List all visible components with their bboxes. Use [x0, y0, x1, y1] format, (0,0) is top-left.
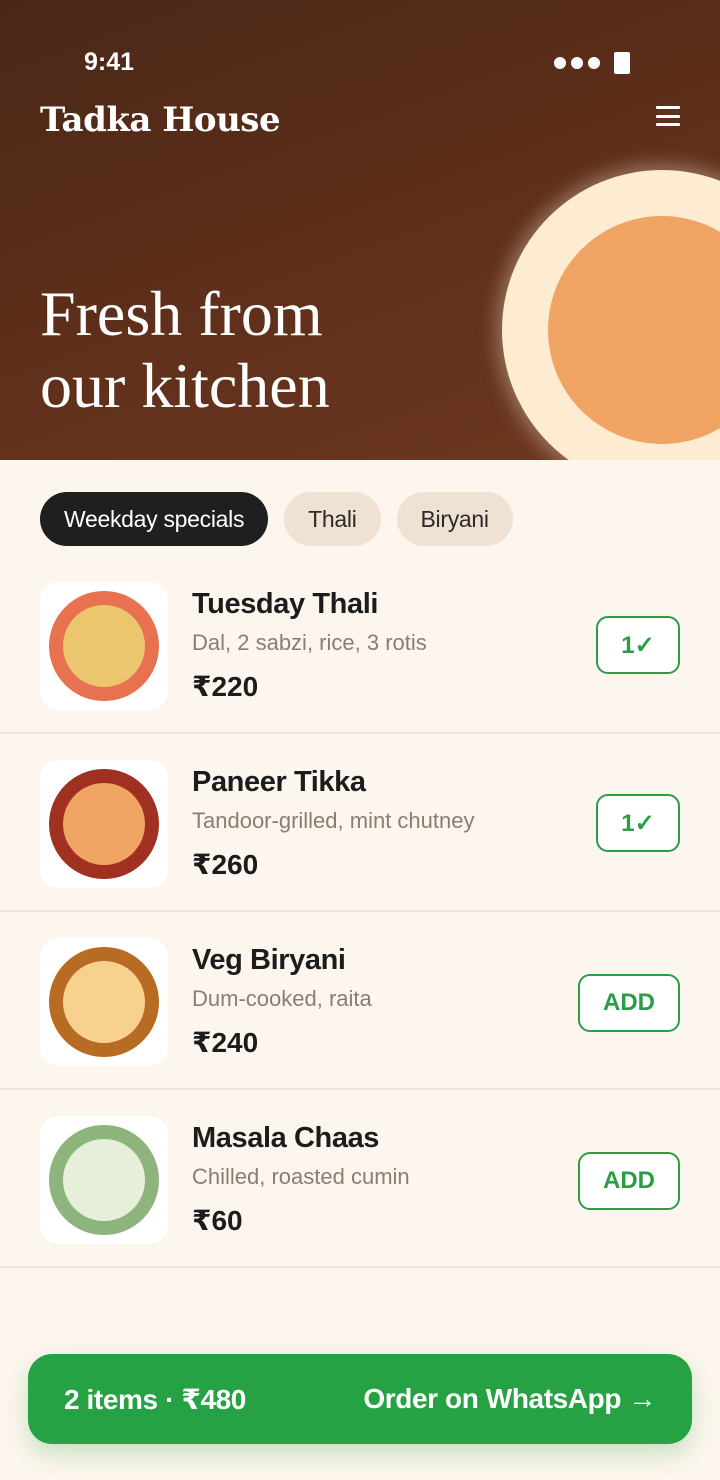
hero-title-line2: our kitchen	[40, 350, 330, 421]
item-name: Masala Chaas	[192, 1122, 380, 1154]
plate-illustration	[502, 170, 720, 460]
item-name: Paneer Tikka	[192, 766, 366, 798]
item-description: Chilled, roasted cumin	[192, 1164, 410, 1189]
item-description: Tandoor-grilled, mint chutney	[192, 808, 475, 833]
item-price: ₹220	[192, 671, 259, 702]
dish-thumbnail	[40, 582, 168, 710]
list-item: Veg Biryani Dum-cooked, raita ₹240 ADD	[0, 912, 720, 1090]
list-item: Paneer Tikka Tandoor-grilled, mint chutn…	[0, 734, 720, 912]
item-name: Veg Biryani	[192, 944, 346, 976]
battery-icon	[614, 52, 630, 74]
hamburger-menu-icon[interactable]	[656, 104, 680, 128]
dish-thumbnail	[40, 938, 168, 1066]
list-item: Masala Chaas Chilled, roasted cumin ₹60 …	[0, 1090, 720, 1268]
chip-biryani[interactable]: Biryani	[396, 492, 513, 546]
category-chips: Weekday specials Thali Biryani	[40, 492, 513, 546]
brand-logo[interactable]: Tadka House	[40, 100, 281, 140]
quantity-button[interactable]: 1✓	[596, 616, 680, 674]
dish-thumbnail	[40, 760, 168, 888]
add-button[interactable]: ADD	[578, 1152, 680, 1210]
signal-icon	[554, 57, 600, 69]
dish-fill	[63, 961, 145, 1043]
item-price: ₹260	[192, 849, 259, 880]
quantity-button[interactable]: 1✓	[596, 794, 680, 852]
order-cta-label: Order on WhatsApp →	[363, 1383, 656, 1414]
add-button[interactable]: ADD	[578, 974, 680, 1032]
dish-ring	[49, 1125, 159, 1235]
dish-fill	[63, 1139, 145, 1221]
cart-summary: 2 items · ₹480	[64, 1383, 246, 1415]
dish-fill	[63, 783, 145, 865]
dish-fill	[63, 605, 145, 687]
chip-thali[interactable]: Thali	[284, 492, 381, 546]
hero-title-line1: Fresh from	[40, 278, 323, 349]
chip-weekday-specials[interactable]: Weekday specials	[40, 492, 269, 546]
item-price: ₹240	[192, 1027, 259, 1058]
dish-ring	[49, 947, 159, 1057]
status-icons	[554, 52, 630, 74]
menu-list: Tuesday Thali Dal, 2 sabzi, rice, 3 roti…	[0, 556, 720, 1268]
item-description: Dal, 2 sabzi, rice, 3 rotis	[192, 630, 427, 655]
list-item: Tuesday Thali Dal, 2 sabzi, rice, 3 roti…	[0, 556, 720, 734]
item-description: Dum-cooked, raita	[192, 986, 372, 1011]
item-price: ₹60	[192, 1205, 243, 1236]
hero-banner: 9:41 Tadka House Fresh from our kitchen	[0, 0, 720, 460]
dish-ring	[49, 591, 159, 701]
plate-food	[548, 216, 720, 444]
dish-ring	[49, 769, 159, 879]
status-time: 9:41	[84, 48, 135, 76]
dish-thumbnail	[40, 1116, 168, 1244]
hero-title: Fresh from our kitchen	[40, 278, 330, 422]
item-name: Tuesday Thali	[192, 588, 379, 620]
order-whatsapp-button[interactable]: 2 items · ₹480 Order on WhatsApp →	[28, 1354, 692, 1444]
